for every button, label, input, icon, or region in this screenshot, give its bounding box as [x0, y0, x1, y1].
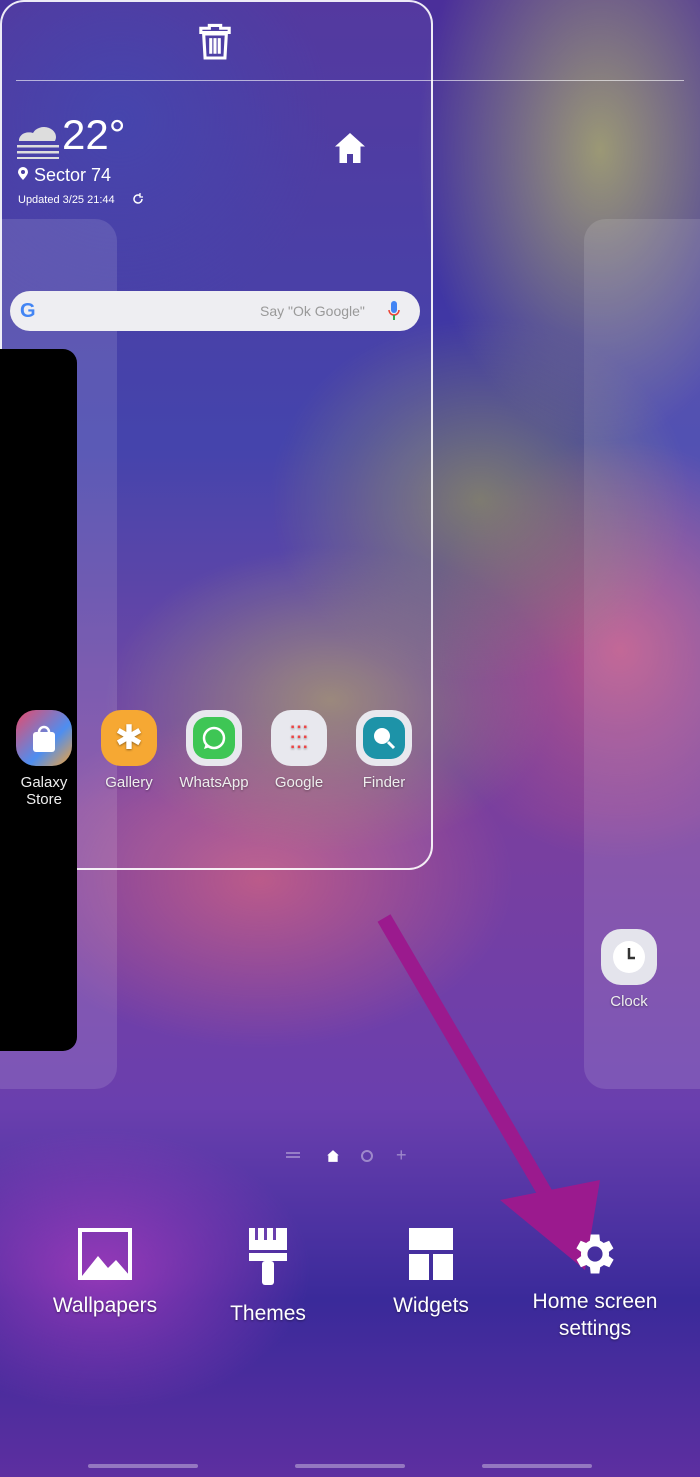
widgets-label: Widgets [393, 1294, 469, 1317]
home-screen-settings-label: Home screen settings [532, 1290, 658, 1340]
wallpapers-button[interactable]: Wallpapers [25, 1228, 185, 1318]
wallpapers-label: Wallpapers [52, 1294, 158, 1317]
nav-bar-segment [482, 1464, 592, 1468]
nav-bar-segment [88, 1464, 198, 1468]
nav-bar-segment [295, 1464, 405, 1468]
gear-icon [576, 1234, 614, 1274]
themes-label: Themes [230, 1302, 306, 1325]
home-screen-settings-button[interactable]: Home screen settings [515, 1228, 675, 1342]
widgets-grid-icon [409, 1228, 453, 1280]
widgets-button[interactable]: Widgets [351, 1228, 511, 1318]
paintbrush-icon [249, 1228, 287, 1285]
themes-button[interactable]: Themes [188, 1228, 348, 1326]
image-icon [78, 1228, 132, 1280]
